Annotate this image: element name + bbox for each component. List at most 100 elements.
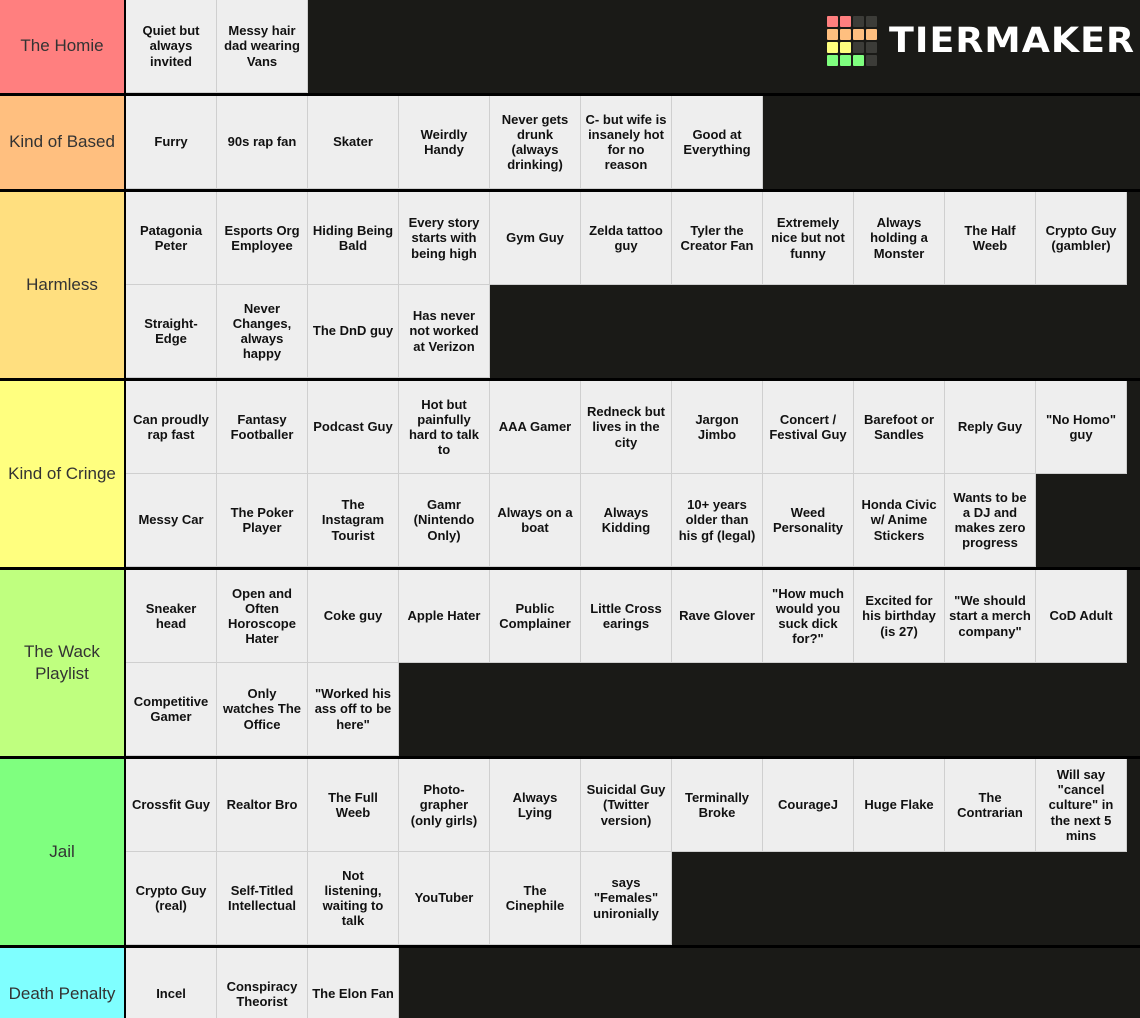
tier-item[interactable]: Rave Glover <box>672 570 763 663</box>
tier-item[interactable]: The DnD guy <box>308 285 399 378</box>
tier-item[interactable]: Furry <box>126 96 217 189</box>
tier-item[interactable]: Barefoot or Sandles <box>854 381 945 474</box>
tier-item[interactable]: The Cinephile <box>490 852 581 945</box>
tier-item[interactable]: The Poker Player <box>217 474 308 567</box>
tier-item[interactable]: "No Homo" guy <box>1036 381 1127 474</box>
tier-label[interactable]: Kind of Cringe <box>0 381 126 567</box>
tier-item[interactable]: Hot but painfully hard to talk to <box>399 381 490 474</box>
tier-label[interactable]: The Wack Playlist <box>0 570 126 756</box>
tier-item[interactable]: Every story starts with being high <box>399 192 490 285</box>
tier-list: The Homie Quiet but always invited Messy h… <box>0 0 1140 1018</box>
tier-item[interactable]: AAA Gamer <box>490 381 581 474</box>
tier-item[interactable]: Sneaker head <box>126 570 217 663</box>
tier-item[interactable]: Competitive Gamer <box>126 663 217 756</box>
tier-item[interactable]: Excited for his birthday (is 27) <box>854 570 945 663</box>
tier-item[interactable]: Always on a boat <box>490 474 581 567</box>
tier-item[interactable]: Quiet but always invited <box>126 0 217 93</box>
tier-item[interactable]: Concert / Festival Guy <box>763 381 854 474</box>
tier-item[interactable]: CoD Adult <box>1036 570 1127 663</box>
tier-item[interactable]: Huge Flake <box>854 759 945 852</box>
tier-item[interactable]: Crossfit Guy <box>126 759 217 852</box>
tier-row: The Wack Playlist Sneaker head Open and Of… <box>0 570 1140 759</box>
tier-row: The Homie Quiet but always invited Messy h… <box>0 0 1140 96</box>
tier-item[interactable]: 10+ years older than his gf (legal) <box>672 474 763 567</box>
tier-item[interactable]: says "Females" unironially <box>581 852 672 945</box>
tier-item[interactable]: Patagonia Peter <box>126 192 217 285</box>
tier-item[interactable]: Skater <box>308 96 399 189</box>
tier-item[interactable]: Only watches The Office <box>217 663 308 756</box>
tier-item[interactable]: Open and Often Horoscope Hater <box>217 570 308 663</box>
tier-item[interactable]: The Contrarian <box>945 759 1036 852</box>
tier-item[interactable]: Always Lying <box>490 759 581 852</box>
tier-dropzone[interactable]: Furry 90s rap fan Skater Weirdly Handy Never… <box>126 96 1140 189</box>
tier-item[interactable]: Tyler the Creator Fan <box>672 192 763 285</box>
tier-dropzone[interactable]: Incel Conspiracy Theorist The Elon Fan <box>126 948 1140 1018</box>
tier-item[interactable]: Messy hair dad wearing Vans <box>217 0 308 93</box>
tier-item[interactable]: Incel <box>126 948 217 1018</box>
tier-item[interactable]: Good at Everything <box>672 96 763 189</box>
tier-item[interactable]: Podcast Guy <box>308 381 399 474</box>
tier-item[interactable]: The Elon Fan <box>308 948 399 1018</box>
tier-item[interactable]: Suicidal Guy (Twitter version) <box>581 759 672 852</box>
tier-item[interactable]: "Worked his ass off to be here" <box>308 663 399 756</box>
tier-item[interactable]: Honda Civic w/ Anime Stickers <box>854 474 945 567</box>
tier-dropzone[interactable]: Quiet but always invited Messy hair dad w… <box>126 0 1140 93</box>
tier-item[interactable]: Not listening, waiting to talk <box>308 852 399 945</box>
tier-item[interactable]: Weed Personality <box>763 474 854 567</box>
tier-item[interactable]: Has never not worked at Verizon <box>399 285 490 378</box>
tier-item[interactable]: Can proudly rap fast <box>126 381 217 474</box>
tier-item[interactable]: Will say "cancel culture" in the next 5 … <box>1036 759 1127 852</box>
tier-item[interactable]: Zelda tattoo guy <box>581 192 672 285</box>
tier-item[interactable]: Coke guy <box>308 570 399 663</box>
tier-item[interactable]: "How much would you suck dick for?" <box>763 570 854 663</box>
tier-dropzone[interactable]: Crossfit Guy Realtor Bro The Full Weeb Phot… <box>126 759 1140 945</box>
tier-item[interactable]: C- but wife is insanely hot for no reaso… <box>581 96 672 189</box>
tier-row: Death Penalty Incel Conspiracy Theorist The… <box>0 948 1140 1018</box>
tier-item[interactable]: YouTuber <box>399 852 490 945</box>
tiermaker-page: TIERMAKER The Homie Quiet but always invi… <box>0 0 1140 1018</box>
tier-label[interactable]: Harmless <box>0 192 126 378</box>
tier-item[interactable]: Always Kidding <box>581 474 672 567</box>
tier-item[interactable]: CourageJ <box>763 759 854 852</box>
tier-item[interactable]: Never gets drunk (always drinking) <box>490 96 581 189</box>
tier-item[interactable]: Hiding Being Bald <box>308 192 399 285</box>
tier-item[interactable]: Terminally Broke <box>672 759 763 852</box>
tier-item[interactable]: Self-Titled Intellectual <box>217 852 308 945</box>
tier-dropzone[interactable]: Sneaker head Open and Often Horoscope Hat… <box>126 570 1140 756</box>
tier-item[interactable]: "We should start a merch company" <box>945 570 1036 663</box>
tier-item[interactable]: Straight-Edge <box>126 285 217 378</box>
tier-item[interactable]: Redneck but lives in the city <box>581 381 672 474</box>
tier-label[interactable]: The Homie <box>0 0 126 93</box>
tier-dropzone[interactable]: Patagonia Peter Esports Org Employee Hidin… <box>126 192 1140 378</box>
tier-item[interactable]: Jargon Jimbo <box>672 381 763 474</box>
tier-dropzone[interactable]: Can proudly rap fast Fantasy Footballer Po… <box>126 381 1140 567</box>
tier-item[interactable]: Weirdly Handy <box>399 96 490 189</box>
tier-item[interactable]: Public Complainer <box>490 570 581 663</box>
tier-label[interactable]: Jail <box>0 759 126 945</box>
tier-item[interactable]: Always holding a Monster <box>854 192 945 285</box>
tier-item[interactable]: Little Cross earings <box>581 570 672 663</box>
tier-item[interactable]: Gym Guy <box>490 192 581 285</box>
tier-item[interactable]: Never Changes, always happy <box>217 285 308 378</box>
tier-item[interactable]: Apple Hater <box>399 570 490 663</box>
tier-row: Harmless Patagonia Peter Esports Org Emplo… <box>0 192 1140 381</box>
tier-item[interactable]: Messy Car <box>126 474 217 567</box>
tier-item[interactable]: The Half Weeb <box>945 192 1036 285</box>
tier-item[interactable]: The Instagram Tourist <box>308 474 399 567</box>
tier-label[interactable]: Kind of Based <box>0 96 126 189</box>
tier-item[interactable]: Esports Org Employee <box>217 192 308 285</box>
tier-item[interactable]: Photo-grapher (only girls) <box>399 759 490 852</box>
tier-item[interactable]: Fantasy Footballer <box>217 381 308 474</box>
tier-label[interactable]: Death Penalty <box>0 948 126 1018</box>
tier-item[interactable]: Crypto Guy (real) <box>126 852 217 945</box>
tier-item[interactable]: Gamr (Nintendo Only) <box>399 474 490 567</box>
tier-item[interactable]: Realtor Bro <box>217 759 308 852</box>
tier-item[interactable]: The Full Weeb <box>308 759 399 852</box>
tier-item[interactable]: Wants to be a DJ and makes zero progress <box>945 474 1036 567</box>
tier-item[interactable]: Extremely nice but not funny <box>763 192 854 285</box>
tier-item[interactable]: 90s rap fan <box>217 96 308 189</box>
tier-row: Jail Crossfit Guy Realtor Bro The Full Weeb… <box>0 759 1140 948</box>
tier-item[interactable]: Reply Guy <box>945 381 1036 474</box>
tier-item[interactable]: Crypto Guy (gambler) <box>1036 192 1127 285</box>
tier-item[interactable]: Conspiracy Theorist <box>217 948 308 1018</box>
